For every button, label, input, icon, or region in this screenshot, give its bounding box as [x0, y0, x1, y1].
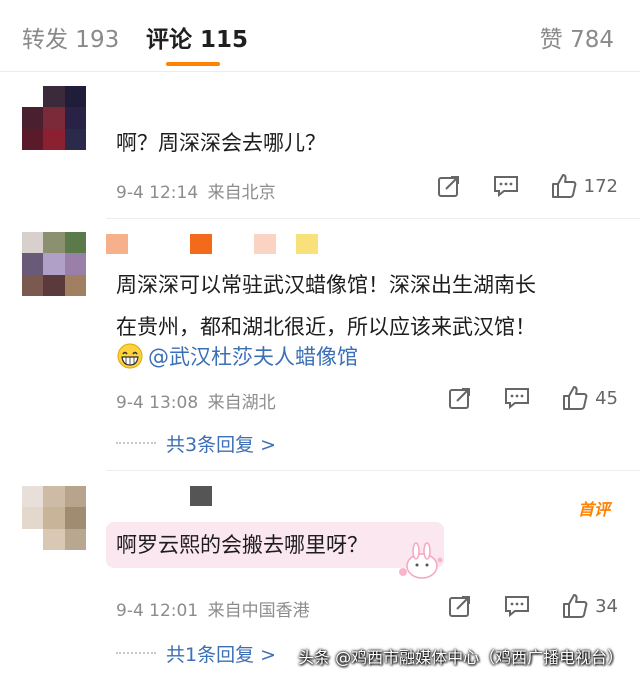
reply-thread-line — [116, 652, 156, 654]
like-count: 172 — [583, 175, 618, 197]
avatar[interactable] — [22, 486, 86, 550]
first-comment-badge: 首评 — [577, 500, 610, 519]
comment-mention-line: @武汉杜莎夫人蜡像馆 — [116, 340, 358, 374]
like-count: 45 — [595, 387, 618, 409]
divider — [106, 470, 640, 471]
tab-repost[interactable]: 转发 193 — [22, 20, 119, 54]
comment-meta: 9-4 12:14 来自北京 — [116, 178, 276, 203]
repost-icon — [437, 176, 459, 197]
repost-button[interactable] — [447, 593, 473, 619]
comment-location: 来自北京 — [207, 183, 276, 203]
source-watermark: 头条 @鸡西市融媒体中心（鸡西广播电视台） — [298, 648, 624, 667]
reply-thread-line — [116, 442, 156, 444]
comment-tabs: 转发 193 评论 115 赞 784 — [0, 0, 640, 72]
comment-time: 9-4 12:14 — [116, 183, 199, 203]
reply-button[interactable] — [503, 385, 531, 411]
comment-time: 9-4 13:08 — [116, 393, 199, 413]
avatar[interactable] — [22, 86, 86, 150]
active-tab-indicator — [166, 62, 220, 66]
comment-text: 啊罗云熙的会搬去哪里呀？ — [116, 533, 368, 557]
comment-actions: 172 — [436, 172, 618, 200]
comment-icon — [493, 176, 518, 198]
reply-button[interactable] — [503, 593, 531, 619]
comment-item: 啊？周深深会去哪儿？ 9-4 12:14 来自北京 172 — [0, 72, 640, 222]
repost-button[interactable] — [436, 173, 462, 199]
comment-actions: 45 — [447, 384, 618, 412]
like-count: 34 — [595, 595, 618, 617]
like-button[interactable]: 45 — [561, 384, 618, 412]
thumbs-up-icon — [563, 386, 588, 410]
bunny-sticker-icon — [399, 542, 443, 579]
comment-icon — [505, 596, 530, 618]
avatar[interactable] — [22, 232, 86, 296]
divider — [106, 218, 640, 219]
repost-button[interactable] — [447, 385, 473, 411]
repost-icon — [449, 388, 471, 409]
comment-location: 来自湖北 — [207, 393, 276, 413]
view-replies-link[interactable]: 共1条回复 > — [166, 640, 276, 667]
mention-link[interactable]: @武汉杜莎夫人蜡像馆 — [148, 345, 358, 369]
comment-item: 周深深可以常驻武汉蜡像馆！深深出生湖南长 在贵州，都和湖北很近，所以应该来武汉馆… — [0, 222, 640, 472]
like-button[interactable]: 172 — [550, 172, 618, 200]
thumbs-up-icon — [551, 174, 577, 198]
like-button[interactable]: 34 — [561, 592, 618, 620]
comment-actions: 34 — [447, 592, 618, 620]
repost-icon — [449, 596, 471, 617]
grin-emoji-icon — [117, 343, 143, 369]
comment-time: 9-4 12:01 — [116, 601, 199, 621]
reply-button[interactable] — [492, 173, 520, 199]
comment-text-line1: 周深深可以常驻武汉蜡像馆！深深出生湖南长 — [116, 273, 536, 297]
view-replies-link[interactable]: 共3条回复 > — [166, 430, 276, 457]
comment-text: 啊？周深深会去哪儿？ — [116, 131, 326, 155]
comment-text-line2: 在贵州，都和湖北很近，所以应该来武汉馆！ — [116, 315, 536, 339]
comment-meta: 9-4 12:01 来自中国香港 — [116, 596, 310, 621]
comment-location: 来自中国香港 — [207, 601, 310, 621]
comment-meta: 9-4 13:08 来自湖北 — [116, 388, 276, 413]
tab-like[interactable]: 赞 784 — [540, 20, 614, 54]
thumbs-up-icon — [563, 594, 588, 618]
comment-icon — [505, 388, 530, 410]
